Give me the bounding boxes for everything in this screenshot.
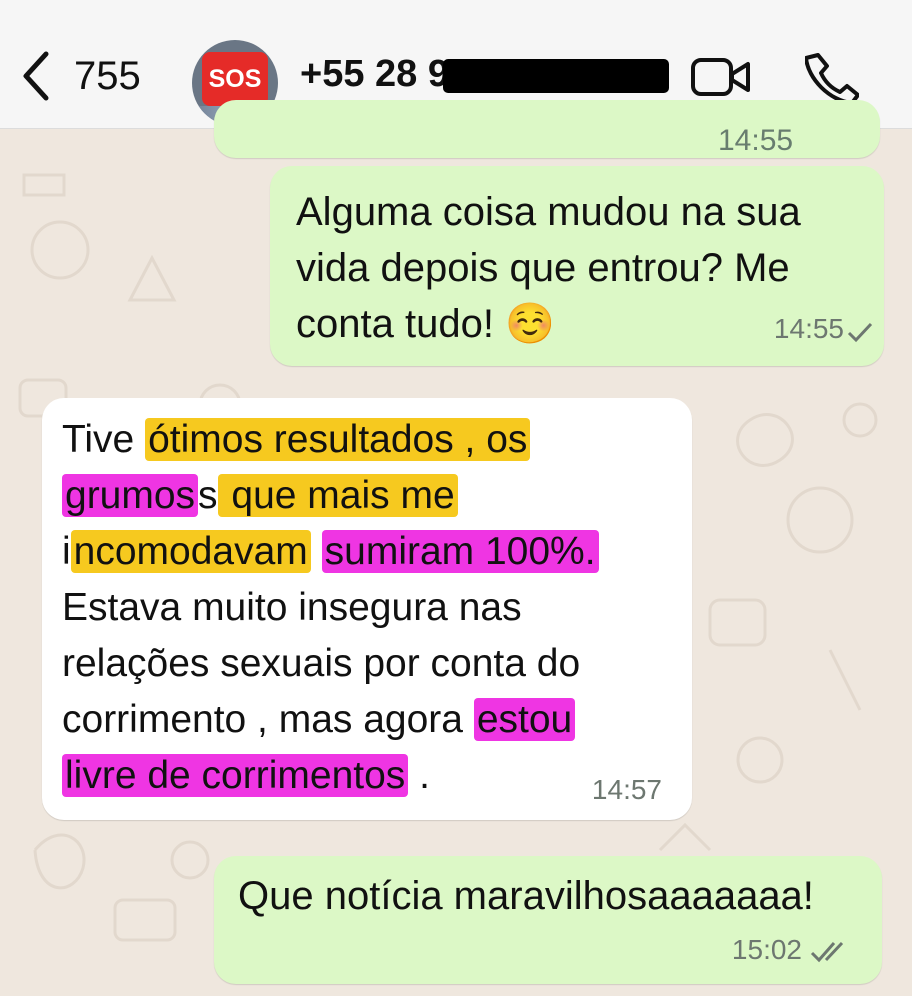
highlight-yellow: ncomodavam [70,530,311,573]
previous-message-bubble: 14:55 [214,100,880,158]
message-line: grumoss que mais me [62,474,458,530]
highlight-yellow: ótimos resultados , os [145,418,531,461]
highlight-magenta: livre de corrimentos [62,754,409,797]
highlight-magenta: grumos [62,474,199,517]
message-line: Estava muito insegura nas [62,586,522,629]
single-check-icon [847,322,873,343]
unread-count: 755 [74,53,141,98]
message-line: Tive ótimos resultados , os [62,418,531,474]
incoming-message: Tive ótimos resultados , os grumoss que … [42,398,692,820]
outgoing-message: Que notícia maravilhosaaaaaaa! 15:02 [214,856,882,984]
double-check-icon [810,941,844,963]
video-call-icon[interactable] [690,56,752,98]
message-time: 15:02 [731,934,802,965]
back-button[interactable]: 755 [18,48,141,104]
highlight-magenta: sumiram 100%. [321,530,599,573]
phone-call-icon[interactable] [805,50,859,104]
message-line: livre de corrimentos . [62,754,430,810]
message-line: corrimento , mas agora estou [62,698,576,754]
redaction-bar [443,59,669,93]
message-text: Que notícia maravilhosaaaaaaa! [238,874,814,918]
message-line: relações sexuais por conta do [62,642,581,685]
message-line: incomodavam sumiram 100%. [62,530,599,586]
highlight-magenta: estou [473,698,576,741]
message-time: 14:57 [591,774,662,805]
highlight-yellow: que mais me [217,474,458,517]
message-time: 14:55 [718,124,794,157]
message-time: 14:55 [773,313,844,344]
outgoing-message: Alguma coisa mudou na sua vida depois qu… [270,166,884,366]
sos-badge: SOS [202,52,268,106]
contact-phone-number[interactable]: +55 28 9 [300,53,449,96]
chevron-left-icon [23,51,49,101]
